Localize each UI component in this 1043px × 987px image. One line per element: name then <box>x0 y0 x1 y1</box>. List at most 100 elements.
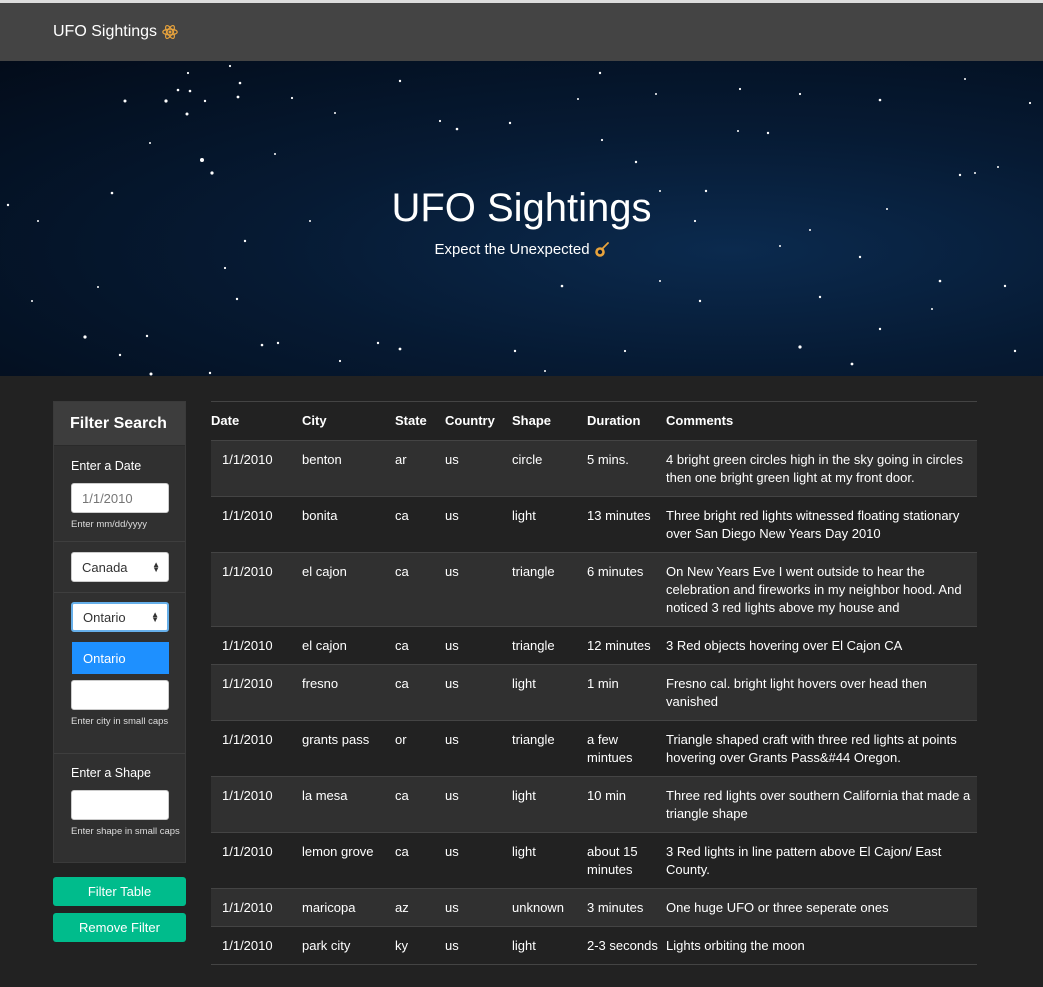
date-label: Enter a Date <box>71 459 142 473</box>
shape-filter-group: Enter a Shape Enter shape in small caps <box>54 766 185 839</box>
divider <box>54 753 185 754</box>
cell-state: ca <box>395 788 409 803</box>
cell-state: ca <box>395 676 409 691</box>
header-country[interactable]: Country <box>445 412 512 430</box>
shape-label: Enter a Shape <box>71 766 151 780</box>
table-row: 1/1/2010 la mesa ca us light 10 min Three red … <box>211 777 977 833</box>
cell-duration: 3 minutes <box>587 900 644 915</box>
hero-subtitle: Expect the Unexpected <box>0 241 1043 258</box>
country-filter-group: Canada ▲ ▼ <box>54 552 185 582</box>
table-row: 1/1/2010 el cajon ca us triangle 12 minutes 3 … <box>211 627 977 665</box>
cell-comments: Fresno cal. bright light hovers over hea… <box>666 676 927 709</box>
cell-country: us <box>445 676 459 691</box>
cell-comments: 4 bright green circles high in the sky g… <box>666 452 963 485</box>
brand-link[interactable]: UFO Sightings <box>53 23 179 41</box>
cell-date: 1/1/2010 <box>222 788 273 803</box>
country-select[interactable]: Canada ▲ ▼ <box>71 552 169 582</box>
table-row: 1/1/2010 maricopa az us unknown 3 minutes One … <box>211 889 977 927</box>
cell-duration: 2-3 seconds <box>587 938 658 953</box>
state-dropdown-option[interactable]: Ontario <box>72 642 169 674</box>
table-body: 1/1/2010 benton ar us circle 5 mins. 4 bright … <box>211 441 977 965</box>
cell-country: us <box>445 564 459 579</box>
cell-state: ky <box>395 938 408 953</box>
date-help: Enter mm/dd/yyyy <box>71 519 148 530</box>
filter-table-button[interactable]: Filter Table <box>53 877 186 906</box>
date-filter-group: Enter a Date Enter mm/dd/yyyy <box>54 459 185 532</box>
header-duration[interactable]: Duration <box>587 412 666 430</box>
hero-title: UFO Sightings <box>391 186 652 230</box>
cell-state: ca <box>395 508 409 523</box>
header-comments[interactable]: Comments <box>666 412 977 430</box>
cell-country: us <box>445 900 459 915</box>
header-state[interactable]: State <box>395 412 445 430</box>
cell-shape: unknown <box>512 900 565 915</box>
divider <box>54 592 185 593</box>
cell-city: fresno <box>302 676 339 691</box>
cell-duration: about 15 minutes <box>587 844 638 877</box>
hero-subtitle-text: Expect the Unexpected <box>434 241 590 258</box>
cell-country: us <box>445 638 459 653</box>
atom-icon <box>162 25 178 39</box>
filter-panel-title: Filter Search <box>54 402 185 446</box>
cell-state: ar <box>395 452 407 467</box>
cell-date: 1/1/2010 <box>222 676 273 691</box>
select-arrows-icon: ▲ ▼ <box>152 560 160 574</box>
brand-label: UFO Sightings <box>53 23 158 40</box>
cell-state: ca <box>395 844 409 859</box>
shape-input[interactable] <box>71 790 169 820</box>
table-row: 1/1/2010 park city ky us light 2-3 seconds Lig… <box>211 927 977 965</box>
shape-help: Enter shape in small caps <box>71 826 180 837</box>
cell-comments: Triangle shaped craft with three red lig… <box>666 732 957 765</box>
cell-comments: On New Years Eve I went outside to hear … <box>666 564 962 615</box>
city-filter-group: Enter city in small caps <box>54 680 185 729</box>
cell-state: ca <box>395 638 409 653</box>
cell-duration: a few mintues <box>587 732 633 765</box>
table-row: 1/1/2010 fresno ca us light 1 min Fresno cal. … <box>211 665 977 721</box>
table-row: 1/1/2010 grants pass or us triangle a few min… <box>211 721 977 777</box>
cell-shape: light <box>512 844 536 859</box>
cell-duration: 5 mins. <box>587 452 629 467</box>
state-select[interactable]: Ontario ▲ ▼ <box>71 602 169 632</box>
cell-country: us <box>445 508 459 523</box>
city-help: Enter city in small caps <box>71 716 169 727</box>
cell-city: park city <box>302 938 351 953</box>
date-input[interactable] <box>71 483 169 513</box>
cell-date: 1/1/2010 <box>222 638 273 653</box>
cell-comments: 3 Red lights in line pattern above El Ca… <box>666 844 942 877</box>
cell-shape: light <box>512 938 536 953</box>
cell-city: maricopa <box>302 900 356 915</box>
cell-city: grants pass <box>302 732 370 747</box>
city-input[interactable] <box>71 680 169 710</box>
state-filter-group: Ontario ▲ ▼ <box>54 602 185 632</box>
table-row: 1/1/2010 el cajon ca us triangle 6 minutes On … <box>211 553 977 627</box>
cell-date: 1/1/2010 <box>222 900 273 915</box>
cell-city: benton <box>302 452 342 467</box>
remove-filter-button[interactable]: Remove Filter <box>53 913 186 942</box>
cell-country: us <box>445 938 459 953</box>
filter-panel: Filter Search Enter a Date Enter mm/dd/y… <box>53 401 186 863</box>
cell-shape: triangle <box>512 638 555 653</box>
cell-date: 1/1/2010 <box>222 844 273 859</box>
cell-shape: light <box>512 676 536 691</box>
cell-city: la mesa <box>302 788 348 803</box>
cell-date: 1/1/2010 <box>222 564 273 579</box>
table-row: 1/1/2010 benton ar us circle 5 mins. 4 bright … <box>211 441 977 497</box>
header-shape[interactable]: Shape <box>512 412 587 430</box>
cell-comments: One huge UFO or three seperate ones <box>666 900 889 915</box>
cell-city: lemon grove <box>302 844 374 859</box>
state-select-value: Ontario <box>83 609 126 625</box>
cell-comments: Lights orbiting the moon <box>666 938 805 953</box>
cell-date: 1/1/2010 <box>222 508 273 523</box>
navbar: UFO Sightings <box>0 3 1043 61</box>
cell-comments: Three bright red lights witnessed floati… <box>666 508 960 541</box>
header-city[interactable]: City <box>302 412 395 430</box>
sightings-table: Date City State Country Shape Duration C… <box>211 401 977 965</box>
cell-state: az <box>395 900 409 915</box>
header-date[interactable]: Date <box>211 412 302 430</box>
divider <box>54 541 185 542</box>
cell-date: 1/1/2010 <box>222 732 273 747</box>
cell-shape: light <box>512 788 536 803</box>
cell-duration: 6 minutes <box>587 564 644 579</box>
select-arrows-icon: ▲ ▼ <box>151 610 159 624</box>
content-area: Filter Search Enter a Date Enter mm/dd/y… <box>0 376 1043 987</box>
